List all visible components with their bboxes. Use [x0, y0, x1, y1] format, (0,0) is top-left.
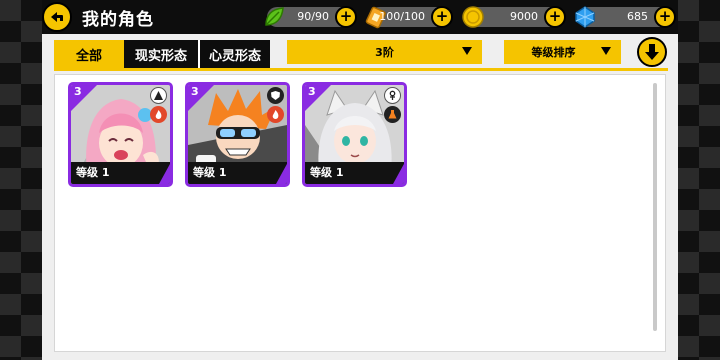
character-card[interactable]: 3 等级 1	[68, 82, 173, 187]
page-title: 我的角色	[82, 10, 154, 30]
fire-icon	[267, 106, 284, 123]
gold-counter: 9000 +	[462, 6, 566, 28]
sort-dropdown[interactable]: 等级排序	[504, 40, 621, 64]
fire-icon	[150, 106, 167, 123]
tab-reality-form[interactable]: 现实形态	[124, 40, 198, 68]
back-button[interactable]	[42, 2, 72, 32]
add-gold-button[interactable]: +	[544, 6, 566, 28]
ticket-counter: 100/100 +	[365, 6, 453, 29]
diamond-counter: 685 +	[575, 6, 676, 28]
character-panel: 全部 现实形态 心灵形态 3阶 等级排序 3 等级 1 3 等级 1 3 等级 …	[42, 34, 678, 360]
character-card[interactable]: 3 等级 1	[185, 82, 290, 187]
filter-underline	[54, 68, 668, 71]
filter-bar: 全部 现实形态 心灵形态 3阶 等级排序	[54, 37, 668, 71]
ticket-value: 100/100	[379, 10, 425, 23]
tab-all[interactable]: 全部	[54, 40, 124, 68]
character-card[interactable]: 3 等级 1	[302, 82, 407, 187]
stamina-counter: 90/90 +	[265, 6, 357, 28]
shield-icon	[267, 87, 284, 104]
gold-value: 9000	[510, 10, 538, 23]
sort-direction-button[interactable]	[637, 37, 667, 67]
stamina-value: 90/90	[297, 10, 329, 23]
back-arrow-icon	[51, 12, 63, 22]
right-border-pattern	[678, 0, 720, 360]
card-level: 等级 1	[305, 162, 404, 184]
card-badges	[150, 87, 168, 123]
diamond-value: 685	[627, 10, 648, 23]
tier-filter-value: 3阶	[375, 46, 394, 59]
left-border-pattern	[0, 0, 42, 360]
arrow-down-icon	[645, 44, 659, 60]
add-stamina-button[interactable]: +	[335, 6, 357, 28]
tab-mind-form[interactable]: 心灵形态	[198, 40, 270, 68]
add-diamond-button[interactable]: +	[654, 6, 676, 28]
tier-filter-dropdown[interactable]: 3阶	[287, 40, 482, 64]
ankh-icon	[384, 87, 401, 104]
diamond-icon	[572, 4, 598, 30]
coin-icon	[460, 4, 486, 30]
caret-down-icon	[601, 47, 611, 55]
sort-value: 等级排序	[531, 46, 576, 59]
triangle-icon	[150, 87, 167, 104]
card-level: 等级 1	[71, 162, 170, 184]
vertical-scrollbar[interactable]	[653, 83, 657, 331]
card-badges	[267, 87, 285, 123]
flask-icon	[384, 106, 401, 123]
top-bar: 我的角色 90/90 + 100/100 + 9000 + 685 +	[42, 0, 678, 34]
character-grid: 3 等级 1 3 等级 1 3 等级 1	[54, 74, 666, 352]
add-ticket-button[interactable]: +	[431, 6, 453, 28]
caret-down-icon	[462, 47, 472, 55]
card-badges	[384, 87, 402, 123]
card-level: 等级 1	[188, 162, 287, 184]
leaf-icon	[261, 4, 287, 30]
